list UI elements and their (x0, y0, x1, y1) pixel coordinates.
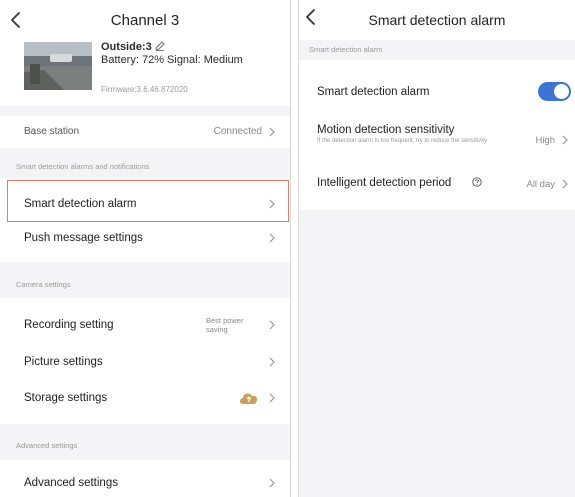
section-label-camera: Camera settings (16, 280, 71, 289)
chevron-right-icon (562, 179, 568, 189)
detection-period-value: All day (526, 179, 555, 190)
page-title: Channel 3 (110, 12, 180, 29)
section-label-advanced: Advanced settings (16, 441, 78, 450)
section-label-alarms: Smart detection alarms and notifications (16, 162, 150, 171)
recording-mode-line1: Best power (206, 316, 244, 325)
camera-snapshot-icon (24, 42, 92, 90)
chevron-right-icon (269, 199, 275, 209)
page-title: Smart detection alarm (368, 12, 506, 28)
chevron-right-icon (269, 320, 275, 330)
smart-detection-alarm-label: Smart detection alarm (24, 198, 137, 210)
smart-detection-alarm-label: Smart detection alarm (317, 86, 430, 98)
chevron-right-icon (269, 233, 275, 243)
toggle-knob (554, 84, 569, 99)
chevron-right-icon (269, 357, 275, 367)
help-circle-icon[interactable] (472, 177, 482, 187)
camera-thumbnail[interactable] (24, 42, 92, 90)
recording-setting-item[interactable]: Recording setting (24, 319, 114, 331)
sensitivity-hint: If the detection alarm is too frequent, … (317, 138, 488, 144)
device-name: Outside:3 (101, 41, 152, 53)
chevron-right-icon (269, 127, 275, 137)
base-station-status: Connected (213, 126, 262, 137)
advanced-settings-item[interactable]: Advanced settings (24, 477, 118, 489)
top-bar: Smart detection alarm (299, 0, 575, 40)
edit-pencil-icon[interactable] (155, 41, 165, 51)
channel-settings-screen: Channel 3 Outside:3 Battery: 72% Signal:… (0, 0, 291, 497)
push-message-settings-item[interactable]: Push message settings (24, 232, 143, 244)
base-station-label: Base station (24, 126, 80, 137)
firmware-version: Firmware:3.6.46.872020 (101, 85, 188, 94)
chevron-right-icon (269, 393, 275, 403)
recording-mode-line2: saving (206, 325, 228, 334)
picture-settings-item[interactable]: Picture settings (24, 356, 103, 368)
smart-detection-alarm-toggle[interactable] (538, 82, 571, 101)
section-label-smart-detection: Smart detection alarm (309, 45, 383, 54)
chevron-right-icon (269, 478, 275, 488)
cloud-storage-icon (240, 393, 258, 404)
battery-signal-status: Battery: 72% Signal: Medium (101, 54, 243, 66)
smart-detection-alarm-screen: Smart detection alarm Smart detection al… (298, 0, 575, 497)
storage-settings-item[interactable]: Storage settings (24, 392, 107, 404)
intelligent-detection-period-item[interactable]: Intelligent detection period (317, 177, 451, 189)
sensitivity-value: High (535, 135, 555, 146)
recording-mode-value: Best power saving (190, 316, 258, 334)
chevron-right-icon (562, 135, 568, 145)
motion-detection-sensitivity-item[interactable]: Motion detection sensitivity (317, 124, 454, 136)
